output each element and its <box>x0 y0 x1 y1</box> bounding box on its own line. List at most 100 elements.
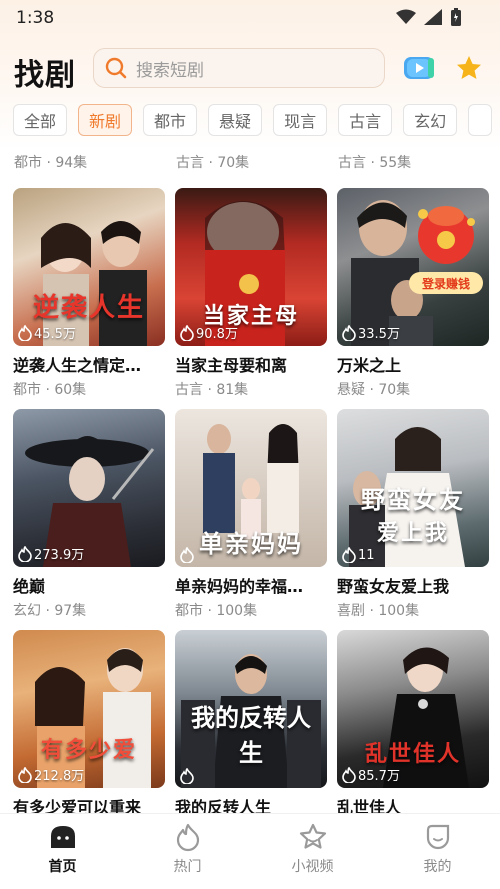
card-title[interactable]: 逆袭人生之情定… <box>13 352 165 376</box>
nav-profile[interactable]: 我的 <box>375 814 500 889</box>
nav-label: 首页 <box>48 859 77 875</box>
login-reward-badge[interactable]: 登录赚钱 <box>409 196 483 296</box>
poster-title-art: 有多少爱 <box>40 737 137 763</box>
card-meta: 喜剧 · 100集 <box>337 603 420 619</box>
fire-icon <box>342 766 356 783</box>
tab-fantasy[interactable]: 玄幻 <box>403 104 458 136</box>
fire-icon <box>180 324 194 341</box>
poster[interactable]: 乱世佳人 85.7万 <box>337 630 489 788</box>
poster[interactable]: 我的反转人生 <box>175 630 327 788</box>
card-meta: 悬疑 · 70集 <box>337 382 411 398</box>
drama-card[interactable]: 单亲妈妈 单亲妈妈的幸福… 都市 · 100集 <box>175 409 327 620</box>
red-envelope-icon <box>418 206 475 264</box>
view-count-text: 85.7万 <box>358 769 400 784</box>
card-meta: 玄幻 · 97集 <box>13 603 87 619</box>
poster-title-art: 乱世佳人 <box>364 741 461 767</box>
fire-icon <box>180 547 194 563</box>
poster-title-line: 爱上我 <box>376 520 449 546</box>
card-title[interactable]: 当家主母要和离 <box>175 352 327 376</box>
view-count: 11 <box>342 547 375 563</box>
nav-label: 热门 <box>173 859 202 875</box>
view-count: 212.8万 <box>18 765 84 784</box>
tab-more[interactable] <box>468 104 493 136</box>
poster[interactable]: 逆袭人生 45.5万 <box>13 188 165 346</box>
fire-icon <box>18 545 32 562</box>
card-meta: 都市 · 94集 <box>14 155 88 171</box>
search-placeholder: 搜索短剧 <box>136 60 204 81</box>
nav-label: 我的 <box>423 859 452 875</box>
card-meta: 都市 · 60集 <box>13 382 87 398</box>
home-icon <box>50 826 75 848</box>
view-count-text: 33.5万 <box>358 327 400 342</box>
header: 找剧 搜索短剧 <box>0 46 500 93</box>
view-count <box>180 768 196 784</box>
nav-short-video[interactable]: 小视频 <box>250 814 375 889</box>
view-count-text: 90.8万 <box>196 327 238 342</box>
poster-title-art: 逆袭人生 <box>32 293 145 323</box>
view-count-text: 273.9万 <box>34 548 85 563</box>
nav-label: 小视频 <box>291 859 334 875</box>
bottom-navigation: 首页 热门 小视频 我的 <box>0 813 500 889</box>
poster[interactable]: 登录赚钱 33.5万 <box>337 188 489 346</box>
poster[interactable]: 野蛮女友 爱上我 11 <box>337 409 489 567</box>
status-icons <box>396 8 462 26</box>
partial-row: 都市 · 94集 古言 · 70集 古言 · 55集 <box>0 152 500 174</box>
category-tabs: 全部 新剧 都市 悬疑 现言 古言 玄幻 <box>13 104 500 138</box>
card-meta: 都市 · 100集 <box>175 603 258 619</box>
drama-card[interactable]: 有多少爱 212.8万 有多少爱可以重来 <box>13 630 165 818</box>
tab-suspense[interactable]: 悬疑 <box>208 104 263 136</box>
nav-home[interactable]: 首页 <box>0 814 125 889</box>
search-input[interactable]: 搜索短剧 <box>93 48 385 88</box>
video-play-icon <box>404 57 434 79</box>
tab-ancient-romance[interactable]: 古言 <box>338 104 393 136</box>
card-title[interactable]: 万米之上 <box>337 352 489 376</box>
fire-icon <box>176 823 199 852</box>
fire-icon <box>18 766 32 783</box>
fire-icon <box>18 324 32 341</box>
tab-new[interactable]: 新剧 <box>78 104 133 136</box>
video-button[interactable] <box>402 54 436 86</box>
fire-icon <box>342 547 356 563</box>
drama-card[interactable]: 当家主母 90.8万 当家主母要和离 古言 · 81集 <box>175 188 327 399</box>
search-icon <box>105 57 127 79</box>
drama-card[interactable]: 野蛮女友 爱上我 11 野蛮女友爱上我 喜剧 · 100集 <box>337 409 489 620</box>
poster[interactable]: 当家主母 90.8万 <box>175 188 327 346</box>
view-count: 90.8万 <box>180 323 238 342</box>
poster[interactable]: 273.9万 <box>13 409 165 567</box>
card-meta: 古言 · 81集 <box>175 382 249 398</box>
card-title[interactable]: 单亲妈妈的幸福… <box>175 573 327 597</box>
favorites-button[interactable] <box>455 54 483 86</box>
view-count: 33.5万 <box>342 323 400 342</box>
drama-card[interactable]: 273.9万 绝巅 玄幻 · 97集 <box>13 409 165 620</box>
card-meta: 古言 · 70集 <box>176 155 250 171</box>
poster-title-art: 我的反转人生 <box>191 703 311 767</box>
tab-modern-romance[interactable]: 现言 <box>273 104 328 136</box>
fire-icon <box>180 768 194 784</box>
short-video-icon <box>299 823 326 849</box>
fire-icon <box>342 324 356 341</box>
wifi-icon <box>396 9 416 24</box>
tab-urban[interactable]: 都市 <box>143 104 198 136</box>
drama-card[interactable]: 我的反转人生 我的反转人生 <box>175 630 327 818</box>
view-count-text: 11 <box>358 547 375 563</box>
profile-icon <box>426 824 449 850</box>
drama-card[interactable]: 登录赚钱 33.5万 万米之上 悬疑 · 70集 <box>337 188 489 399</box>
drama-card[interactable]: 逆袭人生 45.5万 逆袭人生之情定… 都市 · 60集 <box>13 188 165 399</box>
status-time: 1:38 <box>16 8 55 28</box>
poster[interactable]: 单亲妈妈 <box>175 409 327 567</box>
tab-all[interactable]: 全部 <box>13 104 68 136</box>
view-count <box>180 547 196 563</box>
battery-icon <box>451 8 461 26</box>
card-title[interactable]: 绝巅 <box>13 573 165 597</box>
view-count: 45.5万 <box>18 323 76 342</box>
view-count: 85.7万 <box>342 765 400 784</box>
nav-trending[interactable]: 热门 <box>125 814 250 889</box>
poster-title-line: 野蛮女友 <box>361 485 465 514</box>
star-icon <box>457 56 481 79</box>
badge-label: 登录赚钱 <box>409 272 483 294</box>
card-title[interactable]: 野蛮女友爱上我 <box>337 573 489 597</box>
status-bar: 1:38 <box>0 0 500 36</box>
poster-title-art: 单亲妈妈 <box>199 529 303 558</box>
drama-card[interactable]: 乱世佳人 85.7万 乱世佳人 <box>337 630 489 818</box>
poster[interactable]: 有多少爱 212.8万 <box>13 630 165 788</box>
